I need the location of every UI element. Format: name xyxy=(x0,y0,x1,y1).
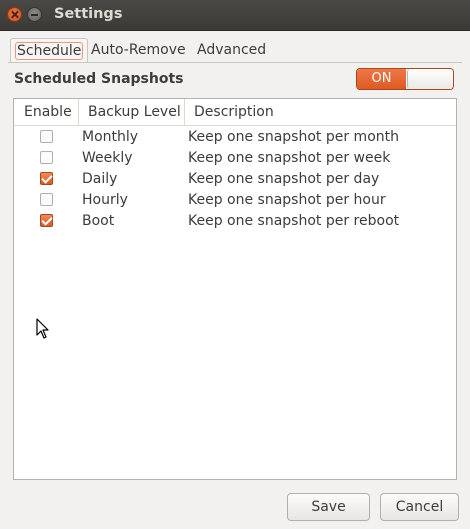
tab-advanced[interactable]: Advanced xyxy=(193,38,270,62)
backup-level-cell: Boot xyxy=(82,213,115,229)
table-row[interactable]: Hourly Keep one snapshot per hour xyxy=(14,190,456,211)
section-title: Scheduled Snapshots xyxy=(14,71,184,87)
tab-schedule-label: Schedule xyxy=(17,43,82,59)
enable-checkbox[interactable] xyxy=(40,193,53,206)
table-row[interactable]: Daily Keep one snapshot per day xyxy=(14,169,456,190)
description-cell: Keep one snapshot per week xyxy=(188,150,391,166)
tab-schedule[interactable]: Schedule xyxy=(10,38,89,63)
save-button[interactable]: Save xyxy=(287,493,370,521)
minimize-window-icon[interactable] xyxy=(27,7,42,22)
settings-window: Settings Schedule Auto-Remove Advanced S… xyxy=(0,0,470,529)
description-cell: Keep one snapshot per reboot xyxy=(188,213,400,229)
column-separator xyxy=(78,99,79,125)
schedule-table: Enable Backup Level Description Monthly … xyxy=(13,98,457,480)
column-separator xyxy=(184,99,185,125)
column-header-description[interactable]: Description xyxy=(194,99,274,125)
backup-level-cell: Monthly xyxy=(82,129,139,145)
enable-checkbox[interactable] xyxy=(40,130,53,143)
title-bar: Settings xyxy=(0,0,470,31)
table-row[interactable]: Monthly Keep one snapshot per month xyxy=(14,127,456,148)
cancel-button[interactable]: Cancel xyxy=(380,493,459,521)
table-header: Enable Backup Level Description xyxy=(14,99,456,126)
table-row[interactable]: Weekly Keep one snapshot per week xyxy=(14,148,456,169)
table-row[interactable]: Boot Keep one snapshot per reboot xyxy=(14,211,456,232)
column-header-backup-level[interactable]: Backup Level xyxy=(88,99,181,125)
mouse-pointer-icon xyxy=(36,318,49,339)
description-cell: Keep one snapshot per month xyxy=(188,129,399,145)
enable-checkbox[interactable] xyxy=(40,214,53,227)
backup-level-cell: Hourly xyxy=(82,192,128,208)
description-cell: Keep one snapshot per hour xyxy=(188,192,386,208)
window-title: Settings xyxy=(54,6,123,22)
backup-level-cell: Daily xyxy=(82,171,118,187)
tab-auto-remove[interactable]: Auto-Remove xyxy=(87,38,190,62)
backup-level-cell: Weekly xyxy=(82,150,133,166)
enable-checkbox[interactable] xyxy=(40,172,53,185)
toggle-on-label: ON xyxy=(357,69,406,89)
tab-divider xyxy=(8,62,462,63)
description-cell: Keep one snapshot per day xyxy=(188,171,380,187)
close-window-icon[interactable] xyxy=(7,7,22,22)
scheduled-snapshots-toggle[interactable]: ON xyxy=(356,68,454,90)
column-header-enable[interactable]: Enable xyxy=(24,99,72,125)
enable-checkbox[interactable] xyxy=(40,151,53,164)
toggle-knob[interactable] xyxy=(407,69,453,89)
